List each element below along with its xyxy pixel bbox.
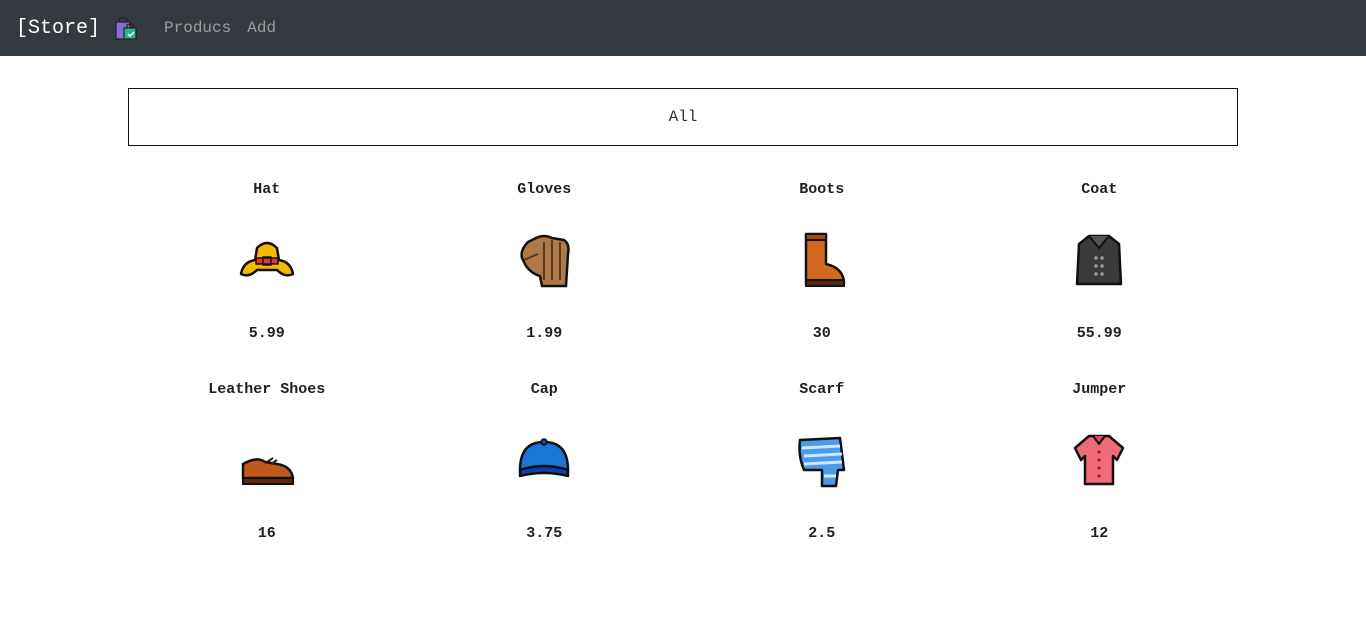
product-name: Scarf <box>799 381 845 398</box>
scarf-icon <box>798 436 845 488</box>
product-card-scarf[interactable]: Scarf 2.5 <box>683 370 961 570</box>
product-grid: Hat 5.99 Gloves 1.99 Boots 30 Coat 55.99… <box>128 170 1238 570</box>
product-card-jumper[interactable]: Jumper 12 <box>961 370 1239 570</box>
product-name: Gloves <box>517 181 572 198</box>
nav-link-products[interactable]: Producs <box>164 19 231 37</box>
coat-icon <box>1076 234 1123 286</box>
shopping-bags-icon <box>115 16 137 40</box>
gloves-icon <box>520 234 570 288</box>
boot-icon <box>804 232 845 287</box>
product-name: Boots <box>799 181 845 198</box>
product-price: 2.5 <box>808 525 836 542</box>
brand-link[interactable]: [Store] <box>16 16 164 40</box>
nav-link-add[interactable]: Add <box>247 19 276 37</box>
product-price: 5.99 <box>248 325 285 342</box>
jumper-icon <box>1074 434 1125 486</box>
brand-label: [Store] <box>16 16 101 40</box>
top-navbar: [Store] Producs Add <box>0 0 1366 56</box>
shoe-icon <box>241 457 294 485</box>
product-price: 3.75 <box>526 525 563 542</box>
product-price: 1.99 <box>526 325 563 342</box>
cap-icon <box>519 438 570 478</box>
product-name: Jumper <box>1072 381 1127 398</box>
product-card-leather-shoes[interactable]: Leather Shoes 16 <box>128 370 406 570</box>
product-card-cap[interactable]: Cap 3.75 <box>406 370 684 570</box>
product-name: Hat <box>253 181 281 198</box>
product-price: 16 <box>257 525 276 542</box>
product-name: Leather Shoes <box>208 381 326 398</box>
product-card-coat[interactable]: Coat 55.99 <box>961 170 1239 370</box>
product-name: Coat <box>1081 181 1118 198</box>
product-card-boots[interactable]: Boots 30 <box>683 170 961 370</box>
product-price: 30 <box>812 325 831 342</box>
category-filter-button[interactable]: All <box>128 88 1238 146</box>
product-card-gloves[interactable]: Gloves 1.99 <box>406 170 684 370</box>
product-price: 12 <box>1090 525 1109 542</box>
filter-label: All <box>668 108 698 126</box>
product-price: 55.99 <box>1076 325 1122 342</box>
product-name: Cap <box>530 381 558 398</box>
product-card-hat[interactable]: Hat 5.99 <box>128 170 406 370</box>
hat-icon <box>239 241 294 277</box>
